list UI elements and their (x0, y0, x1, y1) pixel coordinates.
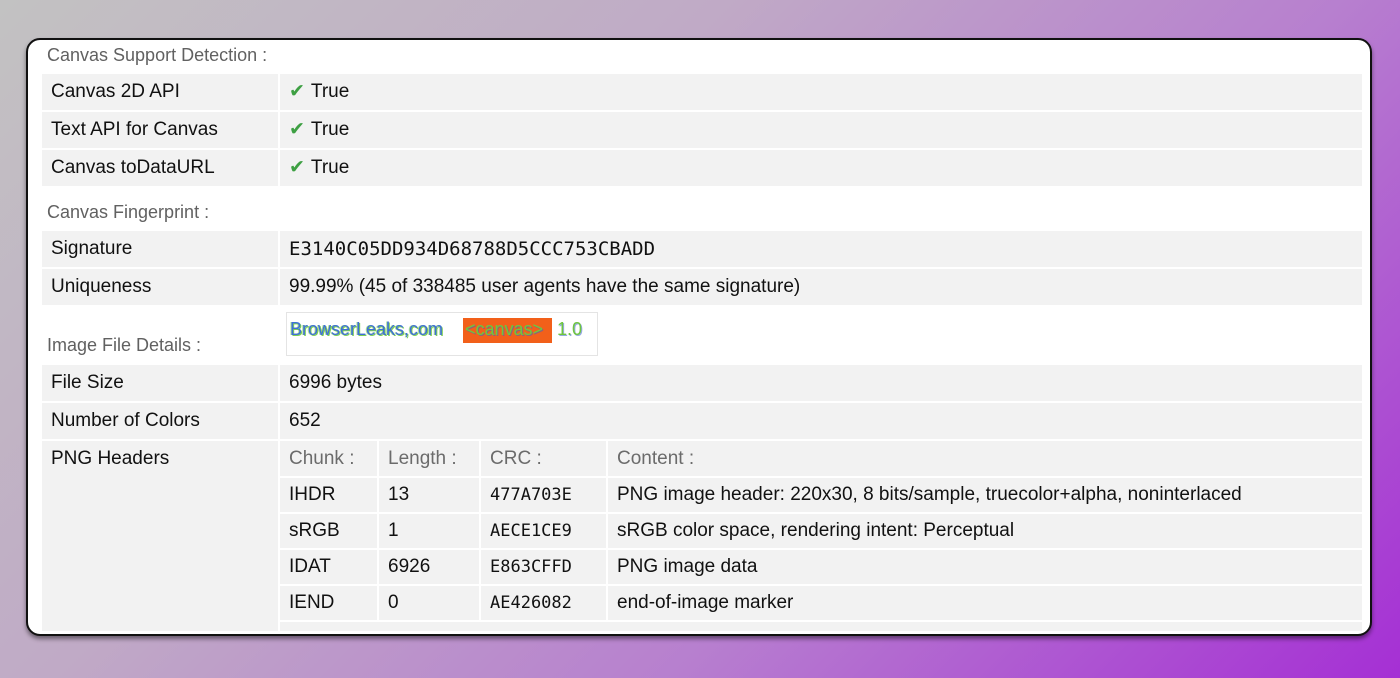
support-row-value: ✔ True (280, 150, 1362, 186)
colors-value: 652 (289, 410, 321, 431)
png-length-cell: 0 (378, 585, 481, 622)
png-crc-cell: AECE1CE9 (480, 513, 608, 550)
support-value-text: True (310, 157, 350, 178)
colors-label: Number of Colors (42, 403, 280, 439)
png-length-cell: 6926 (378, 549, 481, 586)
png-length-cell: 13 (378, 477, 481, 514)
support-value-text: True (310, 119, 350, 140)
file-size-value: 6996 bytes (289, 372, 382, 393)
png-headers-table: Chunk : Length : CRC : Content : IHDR 13… (280, 441, 1362, 622)
uniqueness-row: Uniqueness 99.99% (45 of 338485 user age… (42, 269, 1362, 305)
png-crc-cell: AE426082 (480, 585, 608, 622)
png-table-header-row: Chunk : Length : CRC : Content : (280, 441, 1362, 478)
file-size-label: File Size (42, 365, 280, 401)
png-col-chunk: Chunk : (280, 441, 379, 478)
canvas-image-text-tag: <canvas> (465, 319, 544, 339)
png-content-cell: end-of-image marker (607, 585, 1362, 622)
png-chunk-cell: IDAT (280, 549, 379, 586)
png-col-crc: CRC : (480, 441, 608, 478)
canvas-image-text-brand: BrowserLeaks,com (290, 319, 444, 339)
support-row-todataurl: Canvas toDataURL ✔ True (42, 150, 1362, 186)
canvas-fingerprint-image: BrowserLeaks,com <canvas> 1.0 (286, 312, 598, 356)
signature-label: Signature (42, 231, 280, 267)
support-row-label: Canvas toDataURL (42, 150, 280, 186)
png-content-cell: PNG image header: 220x30, 8 bits/sample,… (607, 477, 1362, 514)
checkmark-icon: ✔ (289, 81, 305, 102)
support-row-label: Text API for Canvas (42, 112, 280, 148)
png-crc-cell: 477A703E (480, 477, 608, 514)
signature-value[interactable]: E3140C05DD934D68788D5CCC753CBADD (280, 231, 1362, 267)
uniqueness-value: 99.99% (45 of 338485 user agents have th… (289, 276, 801, 297)
table-row: IHDR 13 477A703E PNG image header: 220x3… (280, 477, 1362, 514)
png-headers-label: PNG Headers (42, 441, 280, 631)
png-crc-cell: E863CFFD (480, 549, 608, 586)
png-chunk-cell: IEND (280, 585, 379, 622)
image-details-section-title: Image File Details : (47, 335, 202, 355)
support-row-value: ✔ True (280, 112, 1362, 148)
canvas-info-card: Canvas Support Detection : Canvas 2D API… (26, 38, 1372, 636)
support-row-text-api: Text API for Canvas ✔ True (42, 112, 1362, 148)
file-size-row: File Size 6996 bytes (42, 365, 1362, 401)
png-headers-row: PNG Headers Chunk : Length : CRC : Conte… (42, 441, 1362, 631)
support-row-label: Canvas 2D API (42, 74, 280, 110)
checkmark-icon: ✔ (289, 157, 305, 178)
support-row-canvas-2d: Canvas 2D API ✔ True (42, 74, 1362, 110)
colors-row: Number of Colors 652 (42, 403, 1362, 439)
table-row: sRGB 1 AECE1CE9 sRGB color space, render… (280, 513, 1362, 550)
support-section-title: Canvas Support Detection : (47, 45, 268, 65)
checkmark-icon: ✔ (289, 119, 305, 140)
png-chunk-cell: IHDR (280, 477, 379, 514)
canvas-image-text-version: 1.0 (557, 319, 583, 339)
support-row-value: ✔ True (280, 74, 1362, 110)
png-length-cell: 1 (378, 513, 481, 550)
support-value-text: True (310, 81, 350, 102)
png-content-cell: sRGB color space, rendering intent: Perc… (607, 513, 1362, 550)
fingerprint-section-title: Canvas Fingerprint : (47, 202, 210, 222)
signature-row: Signature E3140C05DD934D68788D5CCC753CBA… (42, 231, 1362, 267)
png-chunk-cell: sRGB (280, 513, 379, 550)
uniqueness-label: Uniqueness (42, 269, 280, 305)
png-col-length: Length : (378, 441, 481, 478)
png-content-cell: PNG image data (607, 549, 1362, 586)
table-row: IDAT 6926 E863CFFD PNG image data (280, 549, 1362, 586)
png-col-content: Content : (607, 441, 1362, 478)
table-row: IEND 0 AE426082 end-of-image marker (280, 585, 1362, 622)
